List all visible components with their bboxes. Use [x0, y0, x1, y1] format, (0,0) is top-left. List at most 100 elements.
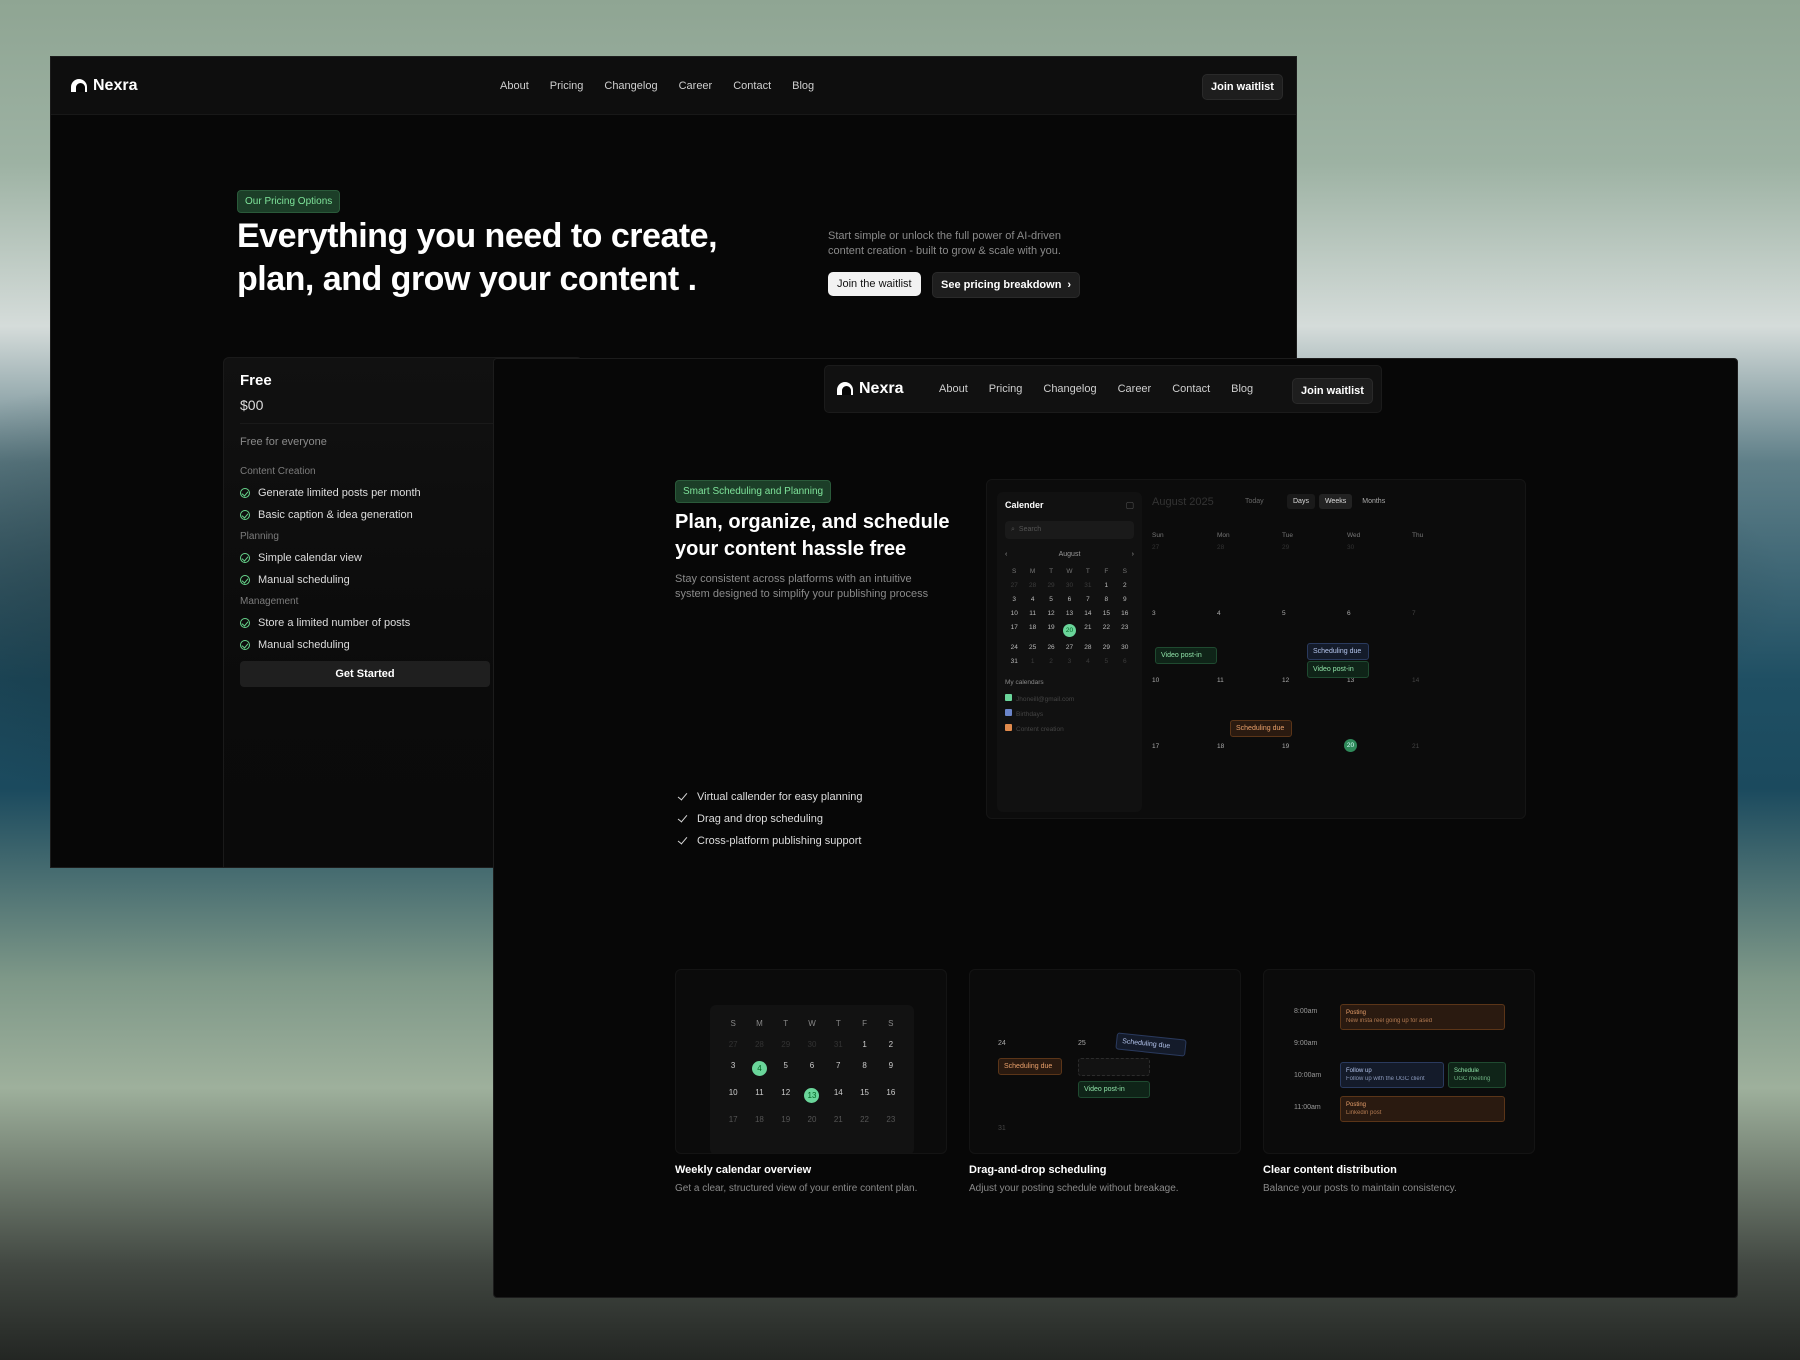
day-cell[interactable]: 20 [799, 1115, 825, 1124]
calendar-entry[interactable]: Content creation [1005, 722, 1134, 737]
nav-pricing[interactable]: Pricing [550, 80, 584, 92]
join-waitlist-button[interactable]: Join waitlist [1292, 378, 1373, 404]
day-cell[interactable]: 9 [1116, 596, 1134, 603]
week-day-number[interactable]: 29 [1282, 544, 1289, 551]
day-cell[interactable]: 10 [720, 1088, 746, 1103]
day-cell[interactable]: 9 [878, 1061, 904, 1076]
view-days[interactable]: Days [1287, 494, 1315, 509]
day-cell[interactable]: 7 [825, 1061, 851, 1076]
day-cell[interactable]: 29 [1097, 644, 1115, 651]
event-chip[interactable]: Scheduling due [1230, 720, 1292, 737]
nav-about[interactable]: About [939, 383, 968, 395]
day-cell[interactable]: 28 [1079, 644, 1097, 651]
nav-contact[interactable]: Contact [733, 80, 771, 92]
nav-career[interactable]: Career [679, 80, 713, 92]
day-cell[interactable]: 31 [1079, 582, 1097, 589]
get-started-button[interactable]: Get Started [240, 661, 490, 687]
day-cell[interactable]: 6 [1060, 596, 1078, 603]
nav-changelog[interactable]: Changelog [1043, 383, 1096, 395]
search-input[interactable]: ⌕ Search [1005, 521, 1134, 539]
day-cell[interactable]: 13 [1060, 610, 1078, 617]
day-cell[interactable]: 24 [1005, 644, 1023, 651]
week-day-number[interactable]: 10 [1152, 677, 1159, 684]
week-day-number[interactable]: 11 [1217, 677, 1224, 684]
day-cell[interactable]: 11 [746, 1088, 772, 1103]
day-cell[interactable]: 29 [1042, 582, 1060, 589]
nav-about[interactable]: About [500, 80, 529, 92]
dragging-event-chip[interactable]: Scheduling due [1115, 1032, 1187, 1057]
day-cell[interactable]: 23 [1116, 624, 1134, 637]
day-cell[interactable]: 4 [1023, 596, 1041, 603]
day-cell[interactable]: 2 [878, 1040, 904, 1049]
day-cell[interactable]: 6 [1116, 658, 1134, 665]
day-cell[interactable]: 16 [878, 1088, 904, 1103]
day-cell[interactable]: 5 [1042, 596, 1060, 603]
day-cell[interactable]: 10 [1005, 610, 1023, 617]
day-cell[interactable]: 2 [1042, 658, 1060, 665]
nav-changelog[interactable]: Changelog [604, 80, 657, 92]
day-cell[interactable]: 22 [1097, 624, 1115, 637]
nav-career[interactable]: Career [1118, 383, 1152, 395]
see-pricing-button[interactable]: See pricing breakdown › [932, 272, 1081, 298]
today-button[interactable]: Today [1245, 498, 1264, 505]
day-cell[interactable]: 27 [1060, 644, 1078, 651]
calendar-entry[interactable]: Birthdays [1005, 707, 1134, 722]
chevron-left-icon[interactable]: ‹ [1005, 551, 1007, 558]
day-cell[interactable]: 13 [799, 1088, 825, 1103]
week-day-number[interactable]: 5 [1282, 610, 1286, 617]
day-cell[interactable]: 22 [851, 1115, 877, 1124]
event-block[interactable]: Posting Linkedin post [1340, 1096, 1505, 1122]
day-cell[interactable]: 30 [799, 1040, 825, 1049]
calendar-entry[interactable]: Jhoneill@gmail.com [1005, 692, 1134, 707]
day-cell[interactable]: 15 [1097, 610, 1115, 617]
day-cell[interactable]: 18 [1023, 624, 1041, 637]
event-block[interactable]: Posting New insta reel going up for ased [1340, 1004, 1505, 1030]
day-cell[interactable]: 8 [851, 1061, 877, 1076]
day-cell[interactable]: 15 [851, 1088, 877, 1103]
week-day-number[interactable]: 20 [1344, 739, 1357, 752]
day-cell[interactable]: 18 [746, 1115, 772, 1124]
day-cell[interactable]: 14 [825, 1088, 851, 1103]
view-weeks[interactable]: Weeks [1318, 494, 1353, 509]
week-day-number[interactable]: 4 [1217, 610, 1221, 617]
day-cell[interactable]: 21 [1079, 624, 1097, 637]
day-cell[interactable]: 4 [746, 1061, 772, 1076]
day-cell[interactable]: 19 [1042, 624, 1060, 637]
day-cell[interactable]: 27 [720, 1040, 746, 1049]
event-chip[interactable]: Scheduling due [998, 1058, 1062, 1075]
day-cell[interactable]: 17 [1005, 624, 1023, 637]
day-cell[interactable]: 4 [1079, 658, 1097, 665]
day-cell[interactable]: 5 [773, 1061, 799, 1076]
day-cell[interactable]: 20 [1060, 624, 1078, 637]
nav-blog[interactable]: Blog [1231, 383, 1253, 395]
nav-contact[interactable]: Contact [1172, 383, 1210, 395]
event-block[interactable]: Schedule UGC meeting [1448, 1062, 1506, 1088]
day-cell[interactable]: 23 [878, 1115, 904, 1124]
day-cell[interactable]: 1 [1097, 582, 1115, 589]
nav-pricing[interactable]: Pricing [989, 383, 1023, 395]
day-cell[interactable]: 29 [773, 1040, 799, 1049]
day-cell[interactable]: 25 [1023, 644, 1041, 651]
view-months[interactable]: Months [1356, 494, 1391, 509]
join-the-waitlist-button[interactable]: Join the waitlist [828, 272, 921, 296]
day-cell[interactable]: 7 [1079, 596, 1097, 603]
day-cell[interactable]: 3 [1005, 596, 1023, 603]
day-cell[interactable]: 16 [1116, 610, 1134, 617]
week-day-number[interactable]: 18 [1217, 743, 1224, 750]
sidebar-toggle-icon[interactable]: ▢ [1125, 500, 1134, 511]
day-cell[interactable]: 17 [720, 1115, 746, 1124]
day-cell[interactable]: 28 [746, 1040, 772, 1049]
week-day-number[interactable]: 7 [1412, 610, 1416, 617]
brand-logo[interactable]: Nexra [71, 77, 137, 95]
day-cell[interactable]: 30 [1116, 644, 1134, 651]
event-chip[interactable]: Video post-in [1155, 647, 1217, 664]
week-day-number[interactable]: 27 [1152, 544, 1159, 551]
week-day-number[interactable]: 14 [1412, 677, 1419, 684]
event-chip[interactable]: Video post-in [1307, 661, 1369, 678]
day-cell[interactable]: 19 [773, 1115, 799, 1124]
day-cell[interactable]: 27 [1005, 582, 1023, 589]
day-cell[interactable]: 1 [1023, 658, 1041, 665]
week-day-number[interactable]: 17 [1152, 743, 1159, 750]
day-cell[interactable]: 31 [1005, 658, 1023, 665]
day-cell[interactable]: 12 [1042, 610, 1060, 617]
